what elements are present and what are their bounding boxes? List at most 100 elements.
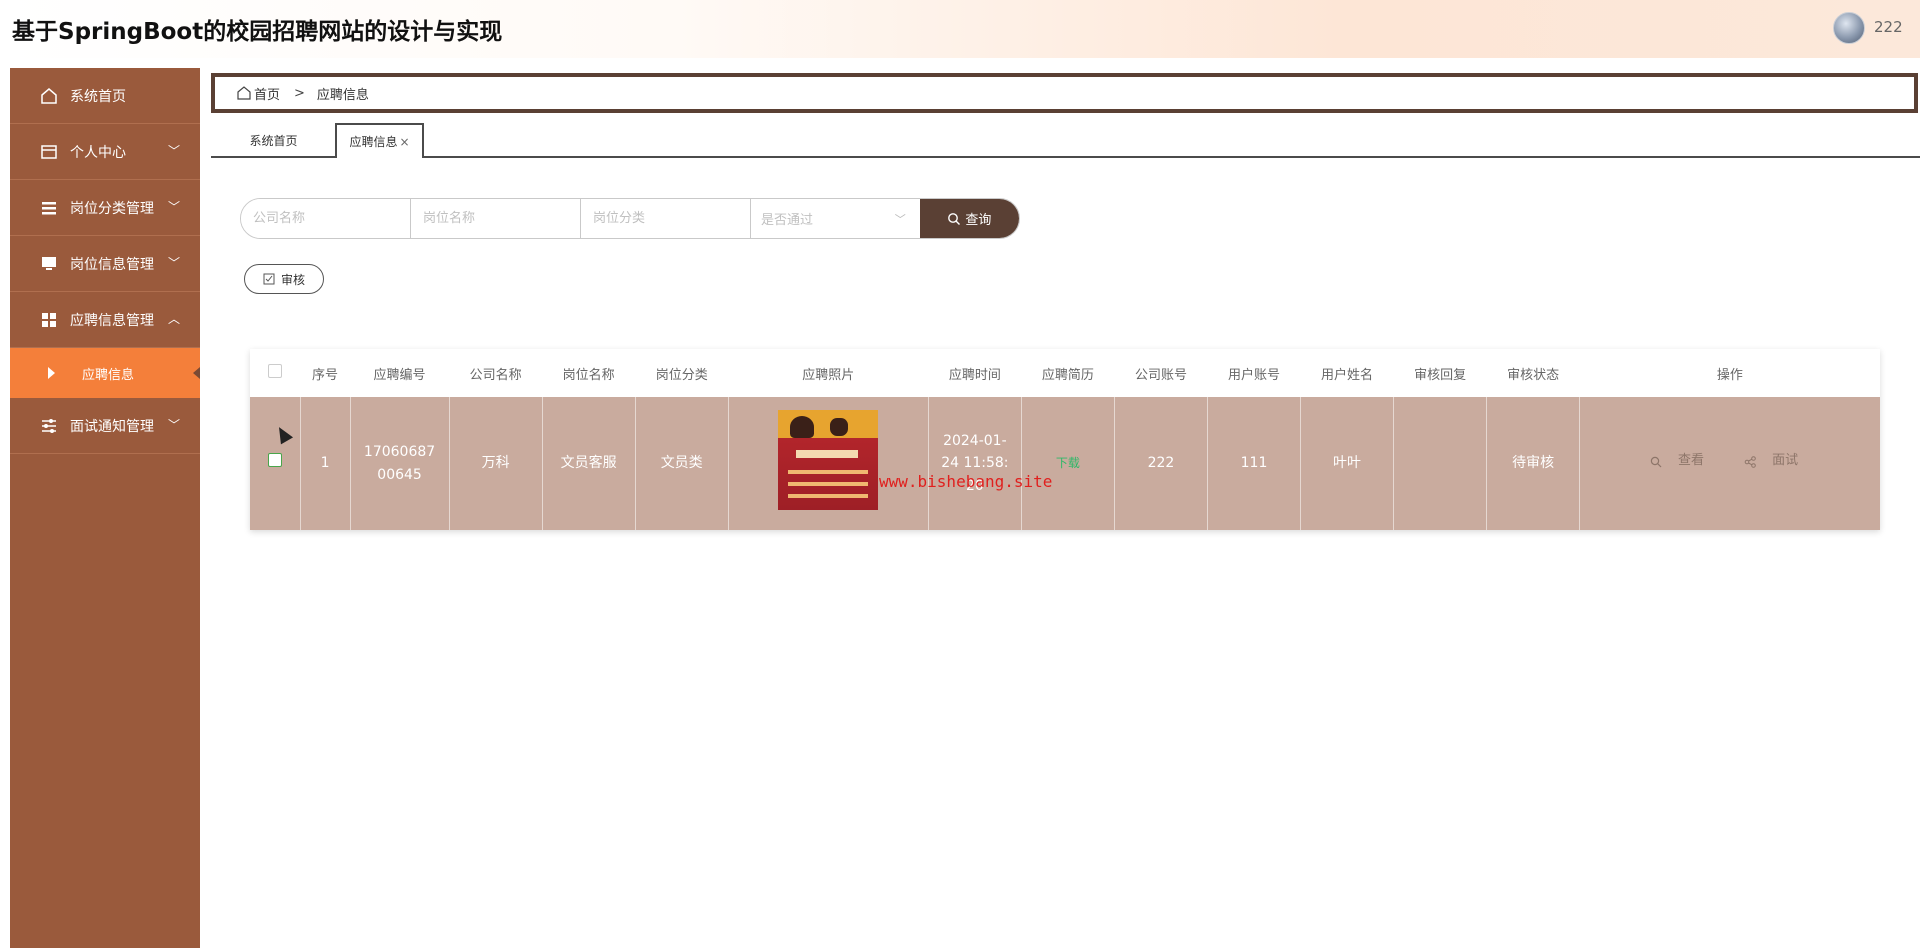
select-all-cell[interactable]: [250, 349, 300, 397]
chevron-up-icon: ︿: [168, 312, 181, 326]
app-title: 基于SpringBoot的校园招聘网站的设计与实现: [12, 19, 503, 45]
sidebar-item-interview-notice[interactable]: 面试通知管理 ﹀: [10, 398, 200, 454]
sidebar-item-position-category[interactable]: 岗位分类管理 ﹀: [10, 180, 200, 236]
passed-select-placeholder: 是否通过: [761, 213, 814, 228]
chevron-down-icon: ﹀: [168, 144, 181, 158]
column-header: 序号: [312, 367, 339, 383]
sidebar-item-label: 个人中心: [70, 144, 126, 161]
cell-application-no: 1706068700645: [350, 397, 450, 530]
cell-time: 2024-01-24 11:58:20: [928, 397, 1022, 530]
breadcrumb-home[interactable]: 首页: [254, 84, 280, 103]
poster-banner: [796, 449, 859, 458]
cell-company-account: 222: [1114, 397, 1208, 530]
passed-select[interactable]: 是否通过 ﹀: [751, 199, 920, 238]
caret-right-icon: [48, 367, 55, 379]
row-checkbox[interactable]: [267, 453, 282, 468]
table-row[interactable]: 1 1706068700645 万科 文员客服 文员类 2024-01-24 1…: [250, 397, 1880, 530]
company-name-input[interactable]: [241, 199, 411, 238]
sidebar-item-label: 岗位分类管理: [70, 200, 154, 217]
view-button[interactable]: 查看: [1650, 451, 1716, 472]
grid-icon: [42, 313, 56, 327]
column-header: 用户账号: [1227, 367, 1280, 383]
sidebar-item-position-info[interactable]: 岗位信息管理 ﹀: [10, 236, 200, 292]
application-table: 序号 应聘编号 公司名称 岗位名称 岗位分类 应聘照片 应聘时间 应聘简历 公司…: [250, 349, 1880, 530]
chevron-down-icon: ﹀: [894, 213, 906, 226]
top-header: 基于SpringBoot的校园招聘网站的设计与实现 222: [0, 0, 1920, 58]
column-header: 岗位分类: [655, 367, 708, 383]
column-header: 公司账号: [1134, 367, 1187, 383]
breadcrumb-current: 应聘信息: [316, 87, 369, 103]
tab-label: 系统首页: [249, 134, 298, 148]
cell-user-name: 叶叶: [1300, 397, 1395, 530]
poster-line: [788, 481, 869, 486]
sliders-icon: [42, 419, 56, 433]
cell-reply: [1393, 397, 1488, 530]
cell-photo: [728, 397, 929, 530]
breadcrumb: 首页 > 应聘信息: [211, 73, 1918, 113]
column-header: 审核回复: [1414, 367, 1467, 383]
row-select-cell[interactable]: [250, 397, 301, 530]
cell-index: 1: [300, 397, 351, 530]
column-header: 应聘编号: [373, 367, 426, 383]
interview-button[interactable]: 面试: [1744, 451, 1810, 472]
sidebar-subitem-application-info[interactable]: 应聘信息: [10, 348, 200, 398]
column-header: 审核状态: [1507, 367, 1560, 383]
search-icon: [948, 212, 961, 225]
poster-line: [788, 493, 869, 498]
search-bar: 是否通过 ﹀ 查询: [240, 198, 1020, 239]
user-avatar[interactable]: [1833, 12, 1865, 44]
sidebar-subitem-label: 应聘信息: [82, 368, 135, 383]
sidebar-item-application-management[interactable]: 应聘信息管理 ︿: [10, 292, 200, 348]
active-indicator: [193, 367, 200, 379]
audit-button[interactable]: 审核: [244, 264, 324, 294]
column-header: 岗位名称: [562, 367, 615, 383]
breadcrumb-separator: >: [294, 85, 305, 101]
column-header: 操作: [1716, 367, 1743, 383]
column-header: 应聘简历: [1041, 367, 1094, 383]
cell-user-account: 111: [1207, 397, 1302, 530]
position-category-input[interactable]: [581, 199, 751, 238]
list-icon: [42, 202, 56, 215]
cell-status: 待审核: [1486, 397, 1581, 530]
home-icon: [41, 88, 57, 104]
tab-label: 应聘信息: [349, 135, 398, 149]
column-header: 应聘照片: [802, 367, 855, 383]
chevron-down-icon: ﹀: [168, 418, 181, 432]
sidebar-item-label: 面试通知管理: [70, 418, 154, 435]
resume-download-link[interactable]: 下载: [1056, 456, 1080, 470]
column-header: 用户姓名: [1321, 367, 1374, 383]
search-button-label: 查询: [965, 212, 992, 227]
poster-line: [788, 469, 869, 474]
chevron-down-icon: ﹀: [168, 200, 181, 214]
cell-resume: 下载: [1021, 397, 1115, 530]
search-icon: [1650, 456, 1662, 468]
sidebar: 系统首页 个人中心 ﹀ 岗位分类管理 ﹀ 岗位信息管理 ﹀ 应聘信息管理 ︿ 应…: [10, 68, 200, 948]
cell-actions: 查看 面试: [1580, 397, 1880, 530]
column-header: 应聘时间: [948, 367, 1001, 383]
audit-button-label: 审核: [280, 272, 305, 287]
tab-home[interactable]: 系统首页: [211, 123, 336, 158]
column-header: 公司名称: [469, 367, 522, 383]
poster-figure: [830, 417, 849, 436]
sidebar-item-personal-center[interactable]: 个人中心 ﹀: [10, 124, 200, 180]
chevron-down-icon: ﹀: [168, 256, 181, 270]
position-name-input[interactable]: [411, 199, 581, 238]
poster-figure: [790, 415, 815, 438]
sidebar-item-label: 系统首页: [70, 88, 126, 105]
tab-application-info[interactable]: 应聘信息 ×: [335, 123, 424, 158]
sidebar-item-home[interactable]: 系统首页: [10, 68, 200, 124]
checkbox-icon: [263, 273, 275, 285]
username[interactable]: 222: [1874, 18, 1903, 36]
search-button[interactable]: 查询: [919, 199, 1019, 238]
monitor-icon: [42, 257, 56, 270]
application-photo[interactable]: [778, 409, 879, 510]
wallet-icon: [41, 145, 57, 159]
cell-company: 万科: [449, 397, 543, 530]
sidebar-item-label: 应聘信息管理: [70, 312, 154, 329]
select-all-checkbox[interactable]: [268, 364, 282, 378]
tabs-bar: 系统首页 应聘信息 ×: [211, 123, 1920, 158]
close-icon[interactable]: ×: [399, 135, 409, 149]
interview-button-label: 面试: [1772, 453, 1799, 469]
home-icon: [237, 86, 251, 100]
table-header-row: 序号 应聘编号 公司名称 岗位名称 岗位分类 应聘照片 应聘时间 应聘简历 公司…: [250, 349, 1880, 397]
